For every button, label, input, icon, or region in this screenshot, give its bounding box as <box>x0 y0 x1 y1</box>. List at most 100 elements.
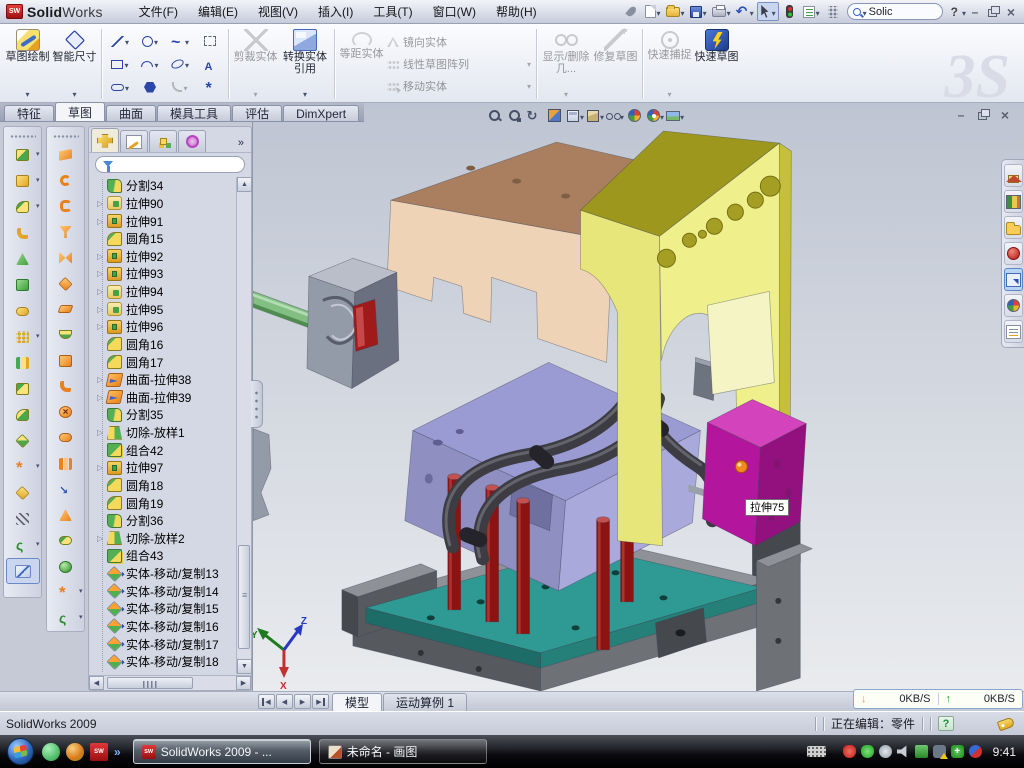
pin-button[interactable] <box>622 2 642 21</box>
boundary-surface-button[interactable] <box>49 245 83 271</box>
dropdown-arrow-icon[interactable] <box>154 34 158 48</box>
revolved-surface-button[interactable] <box>49 168 83 194</box>
tree-item[interactable]: 实体-移动/复制14 <box>89 582 236 600</box>
dropdown-arrow-icon[interactable] <box>816 5 820 19</box>
delete-face-button[interactable] <box>49 399 83 425</box>
linear-sketch-pattern-button[interactable]: 线性草图阵列 <box>385 54 533 74</box>
filled-surface-button[interactable] <box>49 271 83 297</box>
graphics-viewport[interactable]: Y Z X 拉伸75 <box>252 103 1024 691</box>
taskbar-task[interactable]: 未命名 - 画图 <box>319 739 487 764</box>
boundary-boss-button[interactable] <box>6 272 40 298</box>
dropdown-arrow-icon[interactable] <box>154 57 158 71</box>
expand-arrow-icon[interactable] <box>97 305 107 314</box>
tree-item[interactable]: 拉伸96 <box>89 318 236 336</box>
dropdown-arrow-icon[interactable] <box>36 202 40 210</box>
zoom-area-button[interactable] <box>505 106 524 125</box>
tree-item[interactable]: 分割36 <box>89 512 236 530</box>
tree-item[interactable]: 分割35 <box>89 406 236 424</box>
dimxpertmanager-tab[interactable] <box>178 130 206 152</box>
dropdown-arrow-icon[interactable] <box>36 150 40 158</box>
design-library-tab[interactable] <box>1004 190 1023 213</box>
tree-item[interactable]: 组合43 <box>89 547 236 565</box>
planar-surface-button[interactable] <box>49 296 83 322</box>
curve-button[interactable] <box>6 506 40 532</box>
line-button[interactable] <box>105 30 135 53</box>
dropdown-arrow-icon[interactable] <box>657 5 661 19</box>
instant3d-button[interactable] <box>6 558 40 584</box>
dropdown-arrow-icon[interactable] <box>727 5 731 19</box>
taskbar-task[interactable]: SWSolidWorks 2009 - ... <box>133 739 311 764</box>
extruded-surface-button[interactable] <box>49 142 83 168</box>
tree-item[interactable]: 实体-移动/复制15 <box>89 600 236 618</box>
view-settings-button[interactable] <box>665 106 684 125</box>
support-block-part[interactable] <box>756 544 812 691</box>
first-tab-button[interactable] <box>258 694 275 709</box>
dome-button[interactable] <box>49 554 83 580</box>
tray-network-warning-icon[interactable] <box>933 745 946 758</box>
menu-item[interactable]: 视图(V) <box>248 3 308 20</box>
expand-arrow-icon[interactable] <box>97 463 107 472</box>
tag-icon[interactable] <box>997 716 1015 731</box>
save-button[interactable] <box>688 2 709 21</box>
slot-button[interactable] <box>105 76 135 99</box>
delete-body-button[interactable] <box>6 454 40 480</box>
display-style-button[interactable] <box>565 106 584 125</box>
quicklaunch-overflow-icon[interactable]: » <box>114 743 121 761</box>
move-entities-button[interactable]: 移动实体 <box>385 76 533 96</box>
offset-entities-button[interactable]: 等距实体 <box>338 26 385 102</box>
dropdown-arrow-icon[interactable] <box>36 176 40 184</box>
expand-arrow-icon[interactable] <box>97 428 107 437</box>
appearances-scenes-tab[interactable] <box>1004 294 1023 317</box>
spline-button[interactable] <box>165 30 195 53</box>
toolbar-overflow-button[interactable] <box>823 2 843 21</box>
filter-input[interactable] <box>95 156 245 173</box>
tab-模具工具[interactable]: 模具工具 <box>157 105 231 121</box>
tree-item[interactable]: 切除-放样2 <box>89 530 236 548</box>
doc-minimize-button[interactable] <box>952 107 970 122</box>
solidworks-resources-tab[interactable] <box>1004 164 1023 187</box>
search-box[interactable] <box>847 3 943 20</box>
expand-arrow-icon[interactable] <box>97 534 107 543</box>
dropdown-arrow-icon[interactable] <box>681 5 685 19</box>
dropdown-arrow-icon[interactable] <box>36 462 40 470</box>
menu-item[interactable]: 编辑(E) <box>188 3 248 20</box>
expand-arrow-icon[interactable] <box>97 322 107 331</box>
antivirus-icon[interactable] <box>66 743 84 761</box>
tree-item[interactable]: 组合42 <box>89 441 236 459</box>
quick-snaps-button[interactable]: 快速捕捉 <box>646 26 693 102</box>
scroll-right-icon[interactable] <box>236 676 251 690</box>
dropdown-arrow-icon[interactable] <box>580 109 584 123</box>
apply-scene-button[interactable] <box>645 106 664 125</box>
solidworks-quicklaunch-icon[interactable]: SW <box>90 743 108 761</box>
insert-block-part[interactable] <box>702 400 806 546</box>
lofted-boss-button[interactable] <box>6 246 40 272</box>
trim-entities-button[interactable]: 剪裁实体 <box>232 26 279 102</box>
draft-button[interactable] <box>6 376 40 402</box>
propertymanager-tab[interactable] <box>120 130 148 152</box>
radiate-surface-button[interactable] <box>49 348 83 374</box>
menu-item[interactable]: 帮助(H) <box>486 3 547 20</box>
tree-horizontal-scrollbar[interactable] <box>89 675 251 690</box>
quick-tips-button[interactable]: ? <box>938 716 954 731</box>
zoom-fit-button[interactable] <box>485 106 504 125</box>
arc-button[interactable] <box>135 53 165 76</box>
rectangle-button[interactable] <box>105 53 135 76</box>
restore-button[interactable] <box>984 4 1002 19</box>
doc-restore-button[interactable] <box>974 107 992 122</box>
helix-spiral-button[interactable] <box>6 532 40 558</box>
expand-arrow-icon[interactable] <box>97 269 107 278</box>
lofted-surface-button[interactable] <box>49 219 83 245</box>
tree-item[interactable]: 拉伸94 <box>89 283 236 301</box>
revolved-boss-button[interactable] <box>6 168 40 194</box>
circle-button[interactable] <box>135 30 165 53</box>
sketch-fillet-button[interactable] <box>165 76 195 99</box>
replace-face-button[interactable] <box>49 425 83 451</box>
sketch-button[interactable]: 草图绘制 <box>4 26 51 102</box>
dropdown-arrow-icon[interactable] <box>527 58 531 70</box>
next-tab-button[interactable] <box>294 694 311 709</box>
hide-show-items-button[interactable] <box>605 106 624 125</box>
tab-评估[interactable]: 评估 <box>232 105 282 121</box>
dropdown-arrow-icon[interactable] <box>36 332 40 340</box>
tree-item[interactable]: 拉伸91 <box>89 212 236 230</box>
dropdown-arrow-icon[interactable] <box>183 80 187 94</box>
